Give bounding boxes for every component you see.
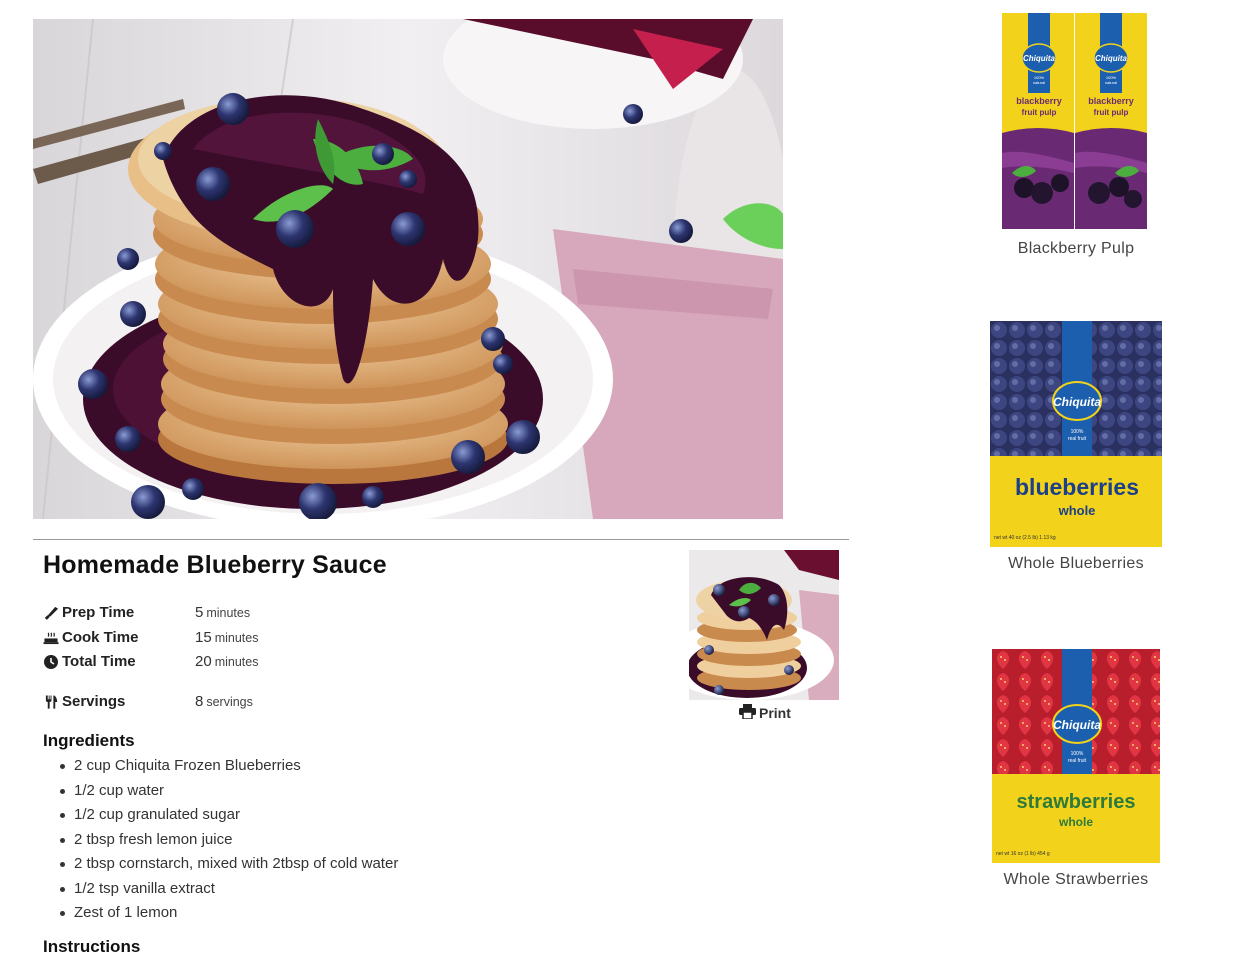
svg-text:whole: whole xyxy=(1058,815,1093,829)
svg-text:Chiquita: Chiquita xyxy=(1095,54,1128,63)
utensils-icon xyxy=(43,694,59,710)
product-card-whole-blueberries[interactable]: Chiquita 100% real fruit blueberries who… xyxy=(990,321,1162,581)
svg-text:blackberry: blackberry xyxy=(1016,96,1062,106)
svg-text:net wt 16 oz (1 lb) 454 g: net wt 16 oz (1 lb) 454 g xyxy=(996,851,1050,857)
svg-text:whole: whole xyxy=(1058,503,1096,518)
svg-text:real fruit: real fruit xyxy=(1068,436,1087,442)
pot-icon xyxy=(43,630,59,646)
svg-text:Chiquita: Chiquita xyxy=(1053,395,1101,409)
svg-text:blueberries: blueberries xyxy=(1015,474,1139,500)
cook-time-value: 15 xyxy=(195,629,212,646)
knife-icon xyxy=(43,605,59,621)
ingredient-item: 2 tbsp fresh lemon juice xyxy=(60,830,398,855)
clock-icon xyxy=(43,654,59,670)
recipe-divider xyxy=(33,539,849,540)
prep-time-value: 5 xyxy=(195,604,204,621)
svg-text:blackberry: blackberry xyxy=(1088,96,1134,106)
svg-text:fruit pulp: fruit pulp xyxy=(1094,108,1129,117)
prep-time-unit: minutes xyxy=(206,606,251,620)
svg-text:natural: natural xyxy=(1033,80,1045,85)
product-image-blackberry-pulp-left: Chiquita 100% natural blackberry fruit p… xyxy=(1002,13,1074,229)
product-image-blackberry-pulp-right: Chiquita 100% natural blackberry fruit p… xyxy=(1075,13,1147,229)
total-time-unit: minutes xyxy=(214,655,259,669)
print-label: Print xyxy=(759,705,791,721)
ingredient-item: 2 cup Chiquita Frozen Blueberries xyxy=(60,756,398,781)
ingredient-item: 2 tbsp cornstarch, mixed with 2tbsp of c… xyxy=(60,854,398,879)
ingredients-heading: Ingredients xyxy=(43,731,135,750)
total-time-value: 20 xyxy=(195,653,212,670)
ingredients-list: 2 cup Chiquita Frozen Blueberries 1/2 cu… xyxy=(60,756,398,928)
svg-text:Chiquita: Chiquita xyxy=(1053,718,1101,732)
servings-unit: servings xyxy=(206,695,253,709)
svg-text:natural: natural xyxy=(1105,80,1117,85)
servings-value: 8 xyxy=(195,693,204,710)
svg-text:Chiquita: Chiquita xyxy=(1023,54,1056,63)
print-button[interactable]: Print xyxy=(739,704,791,722)
product-caption[interactable]: Whole Strawberries xyxy=(992,871,1160,889)
recipe-title: Homemade Blueberry Sauce xyxy=(43,551,387,579)
recipe-thumbnail xyxy=(689,550,839,700)
svg-text:net wt 40 oz (2.5 lb) 1.13 kg: net wt 40 oz (2.5 lb) 1.13 kg xyxy=(994,535,1056,541)
svg-text:strawberries: strawberries xyxy=(1017,791,1136,813)
servings-label: Servings xyxy=(62,693,126,710)
ingredient-item: Zest of 1 lemon xyxy=(60,903,398,928)
product-card-whole-strawberries[interactable]: Chiquita 100% real fruit strawberries wh… xyxy=(992,649,1160,894)
cook-time-unit: minutes xyxy=(214,631,259,645)
product-image-whole-strawberries: Chiquita 100% real fruit strawberries wh… xyxy=(992,649,1160,863)
svg-text:100%: 100% xyxy=(1071,429,1084,435)
ingredient-item: 1/2 cup water xyxy=(60,781,398,806)
product-image-whole-blueberries: Chiquita 100% real fruit blueberries who… xyxy=(990,321,1162,547)
instructions-heading: Instructions xyxy=(43,937,141,956)
svg-text:100%: 100% xyxy=(1071,751,1084,757)
product-caption[interactable]: Whole Blueberries xyxy=(990,555,1162,573)
product-card-blackberry-pulp[interactable]: Chiquita 100% natural blackberry fruit p… xyxy=(996,13,1156,263)
svg-text:fruit pulp: fruit pulp xyxy=(1022,108,1057,117)
ingredient-item: 1/2 cup granulated sugar xyxy=(60,805,398,830)
svg-text:real fruit: real fruit xyxy=(1068,758,1087,764)
cook-time-label: Cook Time xyxy=(62,629,139,646)
prep-time-label: Prep Time xyxy=(62,604,135,621)
printer-icon xyxy=(739,704,756,722)
product-caption[interactable]: Blackberry Pulp xyxy=(996,240,1156,258)
total-time-label: Total Time xyxy=(62,653,136,670)
recipe-hero-image xyxy=(33,19,783,519)
ingredient-item: 1/2 tsp vanilla extract xyxy=(60,879,398,904)
